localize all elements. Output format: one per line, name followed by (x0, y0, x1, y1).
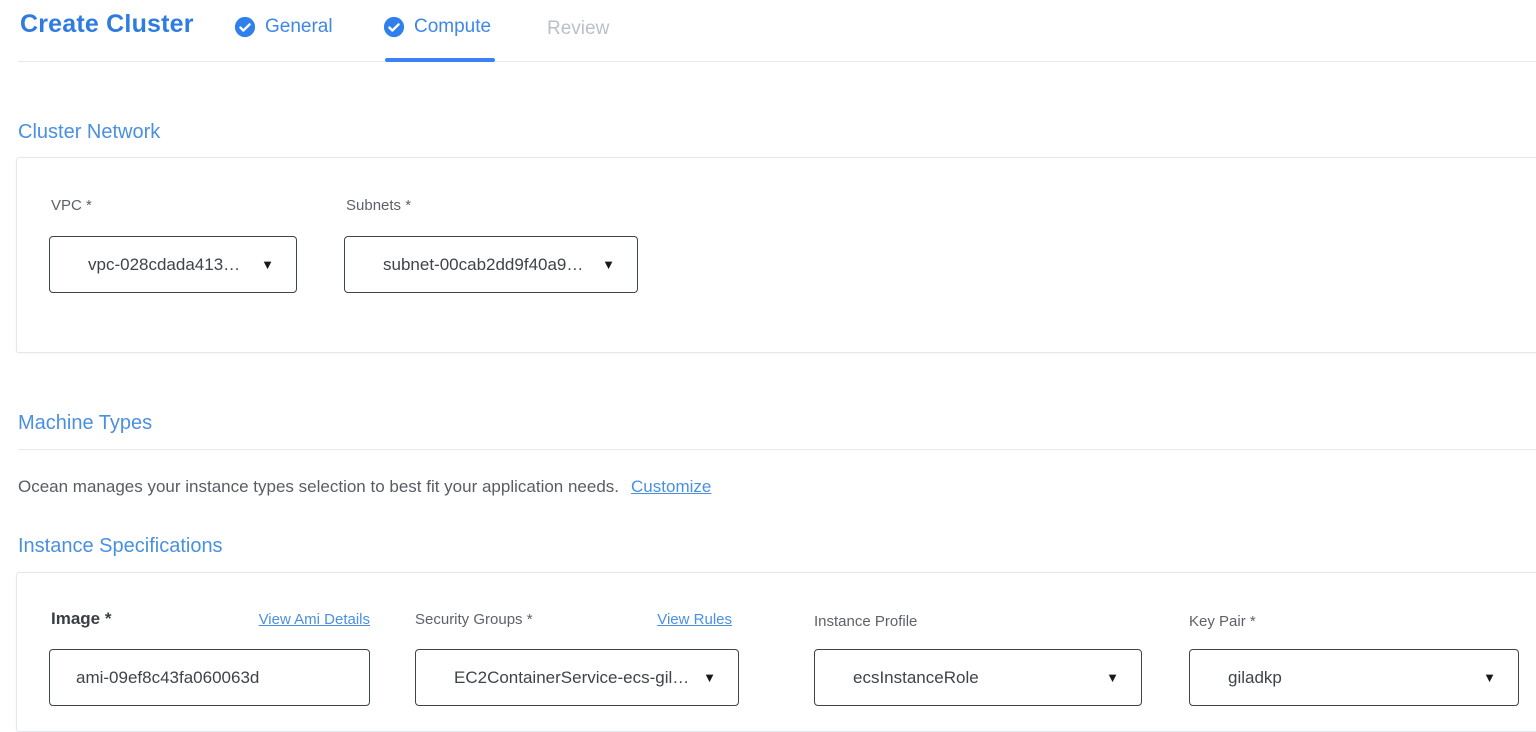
machine-types-description: Ocean manages your instance types select… (18, 477, 619, 496)
image-input[interactable] (50, 650, 369, 705)
key-pair-dropdown[interactable]: giladkp ▼ (1189, 649, 1519, 706)
machine-types-title: Machine Types (18, 412, 152, 435)
tab-compute[interactable]: Compute (383, 16, 491, 38)
instance-profile-label: Instance Profile (814, 613, 917, 630)
check-circle-icon (234, 16, 256, 38)
subnets-label: Subnets * (346, 197, 411, 214)
key-pair-selected-value: giladkp (1228, 668, 1282, 688)
image-input-box (49, 649, 370, 706)
caret-down-icon: ▼ (602, 257, 615, 272)
subnets-selected-value: subnet-00cab2dd9f40a988… (383, 255, 590, 275)
vpc-selected-value: vpc-028cdada413e… (88, 255, 249, 275)
tab-general-label: General (265, 16, 333, 38)
caret-down-icon: ▼ (1483, 670, 1496, 685)
image-field-header: Image * View Ami Details (51, 609, 370, 629)
view-ami-details-link[interactable]: View Ami Details (259, 611, 370, 628)
customize-link[interactable]: Customize (631, 477, 711, 496)
security-groups-selected-value: EC2ContainerService-ecs-gilad… (454, 668, 691, 688)
active-tab-indicator (385, 58, 495, 62)
caret-down-icon: ▼ (261, 257, 274, 272)
caret-down-icon: ▼ (703, 670, 716, 685)
machine-types-divider (18, 449, 1536, 450)
instance-profile-dropdown[interactable]: ecsInstanceRole ▼ (814, 649, 1142, 706)
security-groups-dropdown[interactable]: EC2ContainerService-ecs-gilad… ▼ (415, 649, 739, 706)
instance-specifications-title: Instance Specifications (18, 535, 223, 558)
check-circle-icon (383, 16, 405, 38)
view-rules-link[interactable]: View Rules (657, 611, 732, 628)
header-divider (18, 61, 1536, 62)
tab-general[interactable]: General (234, 16, 333, 38)
instance-specifications-card: Image * View Ami Details Security Groups… (16, 572, 1536, 732)
vpc-dropdown[interactable]: vpc-028cdada413e… ▼ (49, 236, 297, 293)
cluster-network-card: VPC * vpc-028cdada413e… ▼ Subnets * subn… (16, 157, 1536, 353)
subnets-dropdown[interactable]: subnet-00cab2dd9f40a988… ▼ (344, 236, 638, 293)
caret-down-icon: ▼ (1106, 670, 1119, 685)
image-label: Image * (51, 609, 111, 629)
page-title: Create Cluster (20, 10, 194, 39)
machine-types-description-row: Ocean manages your instance types select… (18, 477, 711, 497)
tab-review[interactable]: Review (547, 18, 609, 40)
security-groups-label: Security Groups * (415, 611, 533, 628)
cluster-network-title: Cluster Network (18, 121, 160, 144)
tab-compute-label: Compute (414, 16, 491, 38)
vpc-label: VPC * (51, 197, 92, 214)
security-groups-field-header: Security Groups * View Rules (415, 611, 732, 628)
tab-review-label: Review (547, 18, 609, 40)
key-pair-label: Key Pair * (1189, 613, 1256, 630)
instance-profile-selected-value: ecsInstanceRole (853, 668, 979, 688)
